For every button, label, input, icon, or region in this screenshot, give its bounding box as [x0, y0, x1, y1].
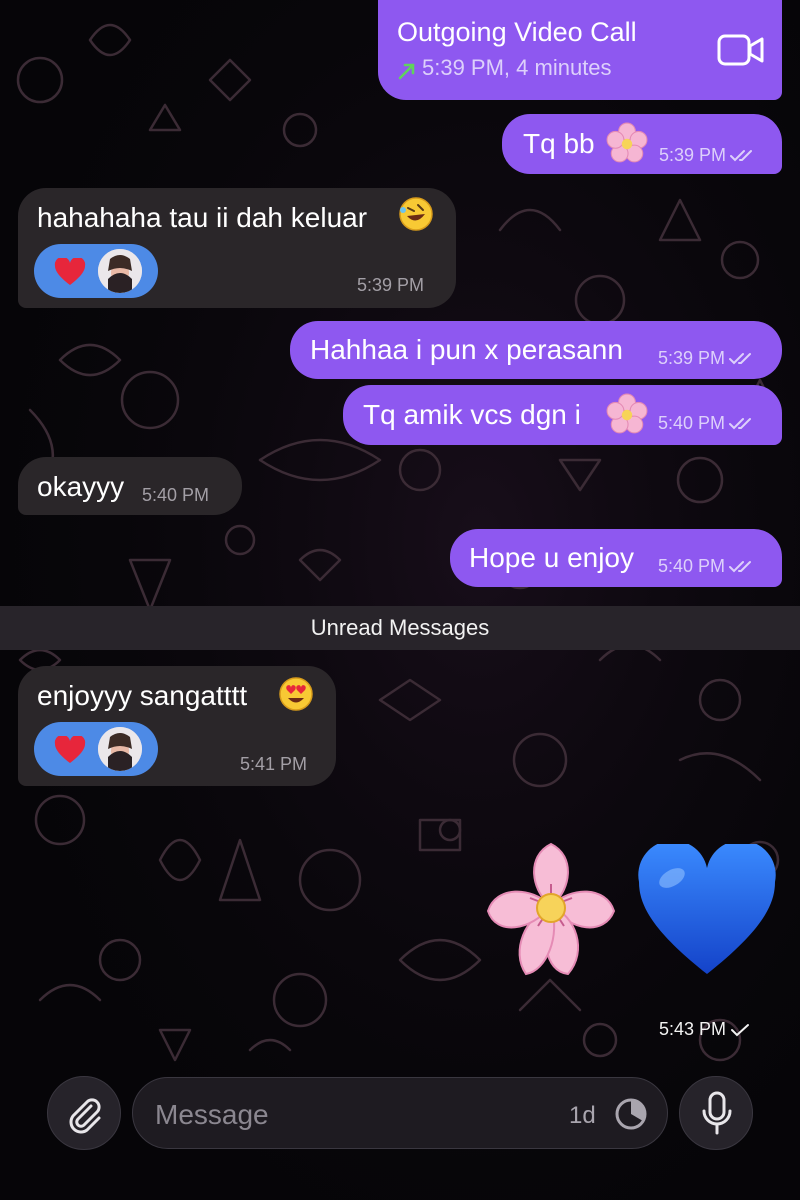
call-title: Outgoing Video Call: [397, 17, 637, 47]
timer-label[interactable]: 1d: [569, 1102, 596, 1130]
message-bubble-outgoing[interactable]: Hahhaa i pun x perasann 5:39 PM: [290, 321, 782, 379]
reaction-pill[interactable]: [34, 244, 158, 298]
message-bubble-incoming[interactable]: hahahaha tau ii dah keluar 5:39 PM: [18, 188, 456, 308]
double-check-icon: [729, 416, 755, 434]
attach-button[interactable]: [47, 1076, 121, 1150]
message-bubble-outgoing[interactable]: Hope u enjoy 5:40 PM: [450, 529, 782, 587]
message-text: Tq amik vcs dgn i: [363, 399, 581, 430]
double-check-icon: [729, 351, 755, 369]
message-meta: 5:39 PM: [658, 349, 755, 369]
blue-heart-emoji: [636, 840, 778, 985]
message-text: enjoyyy sangatttt: [37, 680, 248, 711]
check-icon: [730, 1021, 750, 1042]
cherry-blossom-emoji: [606, 393, 648, 440]
microphone-button[interactable]: [679, 1076, 753, 1150]
cherry-blossom-emoji: [606, 122, 648, 169]
message-time: 5:39 PM: [659, 145, 727, 165]
microphone-icon: [702, 1091, 732, 1142]
timer-icon[interactable]: [613, 1096, 649, 1137]
message-text: Hahhaa i pun x perasann: [310, 334, 623, 365]
avatar: [98, 727, 142, 771]
message-time: 5:40 PM: [142, 485, 210, 505]
message-time: 5:39 PM: [357, 275, 425, 295]
message-meta: 5:40 PM: [658, 557, 755, 577]
message-bubble-outgoing[interactable]: Tq bb 5:39 PM: [502, 114, 782, 174]
message-bubble-incoming[interactable]: okayyy 5:40 PM: [18, 457, 242, 515]
heart-eyes-emoji: [278, 676, 314, 717]
paperclip-icon: [65, 1094, 105, 1139]
message-time: 5:40 PM: [658, 556, 726, 576]
avatar: [98, 249, 142, 293]
message-text: hahahaha tau ii dah keluar: [37, 202, 368, 233]
emoji-only-message[interactable]: 5:43 PM: [476, 836, 786, 1046]
video-camera-icon[interactable]: [717, 33, 765, 72]
message-meta: 5:43 PM: [659, 1019, 750, 1042]
message-text: okayyy: [37, 471, 125, 502]
rofl-emoji: [398, 196, 434, 237]
heart-icon: [54, 256, 86, 291]
message-placeholder: Message: [155, 1099, 269, 1130]
message-input[interactable]: Message 1d: [132, 1077, 668, 1149]
outgoing-arrow-icon: [397, 58, 417, 86]
call-details: 5:39 PM, 4 minutes: [422, 55, 612, 80]
unread-messages-divider: Unread Messages: [0, 606, 800, 650]
double-check-icon: [729, 559, 755, 577]
message-text: Hope u enjoy: [469, 542, 635, 573]
message-time: 5:41 PM: [240, 754, 308, 774]
cherry-blossom-emoji: [476, 836, 626, 991]
message-bubble-outgoing[interactable]: Tq amik vcs dgn i 5:40 PM: [343, 385, 782, 445]
message-meta: 5:40 PM: [658, 414, 755, 434]
call-bubble[interactable]: Outgoing Video Call 5:39 PM, 4 minutes: [378, 0, 782, 100]
message-time: 5:39 PM: [658, 348, 726, 368]
message-time: 5:40 PM: [658, 413, 726, 433]
message-bubble-incoming[interactable]: enjoyyy sangatttt 5:41 PM: [18, 666, 336, 786]
message-time: 5:43 PM: [659, 1019, 727, 1039]
heart-icon: [54, 734, 86, 769]
message-text: Tq bb: [523, 128, 595, 159]
message-meta: 5:39 PM: [659, 146, 756, 166]
double-check-icon: [730, 148, 756, 166]
reaction-pill[interactable]: [34, 722, 158, 776]
